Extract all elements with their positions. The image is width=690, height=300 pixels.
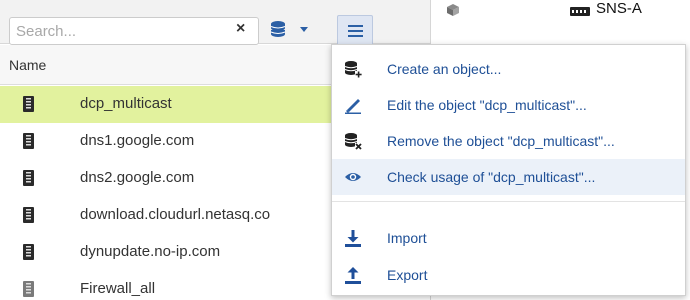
node-label[interactable]: SNS-A [596,0,642,18]
server-icon [23,281,34,297]
context-menu: Create an object... Edit the object "dcp… [331,44,686,296]
menu-divider [332,201,685,202]
menu-item-label: Edit the object "dcp_multicast"... [387,97,587,113]
toolbar: × [0,0,430,46]
add-object-dropdown-button[interactable] [270,20,316,44]
menu-bar-icon [348,30,363,32]
menu-item-label: Remove the object "dcp_multicast"... [387,133,615,149]
database-remove-icon [344,133,362,150]
menu-item-edit-object[interactable]: Edit the object "dcp_multicast"... [332,87,685,123]
search-input[interactable] [10,18,220,44]
server-icon [23,96,34,112]
server-icon [23,207,34,223]
list-item-label: download.cloudurl.netasq.co [80,206,271,223]
list-item-label: Firewall_all [80,280,156,297]
server-icon [23,133,34,149]
export-icon [345,267,361,284]
menu-item-label: Import [387,230,427,246]
menu-item-label: Create an object... [387,61,502,77]
pencil-icon [345,99,361,114]
menu-item-import[interactable]: Import [332,220,685,256]
menu-item-label: Export [387,267,428,283]
list-item-label: dcp_multicast [80,95,172,112]
menu-item-check-usage[interactable]: Check usage of "dcp_multicast"... [332,159,685,195]
server-icon [23,244,34,260]
list-item-label: dynupdate.no-ip.com [80,243,221,260]
database-icon [270,21,308,37]
eye-icon [345,173,361,181]
clear-search-button[interactable]: × [236,20,245,38]
search-box: × [9,17,259,45]
menu-item-label: Check usage of "dcp_multicast"... [387,169,596,185]
import-icon [345,230,361,247]
chevron-down-icon [300,27,308,32]
menu-item-remove-object[interactable]: Remove the object "dcp_multicast"... [332,123,685,159]
list-item-label: dns2.google.com [80,169,195,186]
database-add-icon [344,61,362,78]
firewall-icon [570,7,590,16]
menu-bar-icon [348,25,363,27]
menu-item-create-object[interactable]: Create an object... [332,51,685,87]
menu-item-export[interactable]: Export [332,257,685,293]
cube-icon [447,4,459,16]
hamburger-menu-button[interactable] [337,15,373,46]
list-item-label: dns1.google.com [80,132,195,149]
column-header-name: Name [9,57,47,73]
server-icon [23,170,34,186]
menu-bar-icon [348,35,363,37]
